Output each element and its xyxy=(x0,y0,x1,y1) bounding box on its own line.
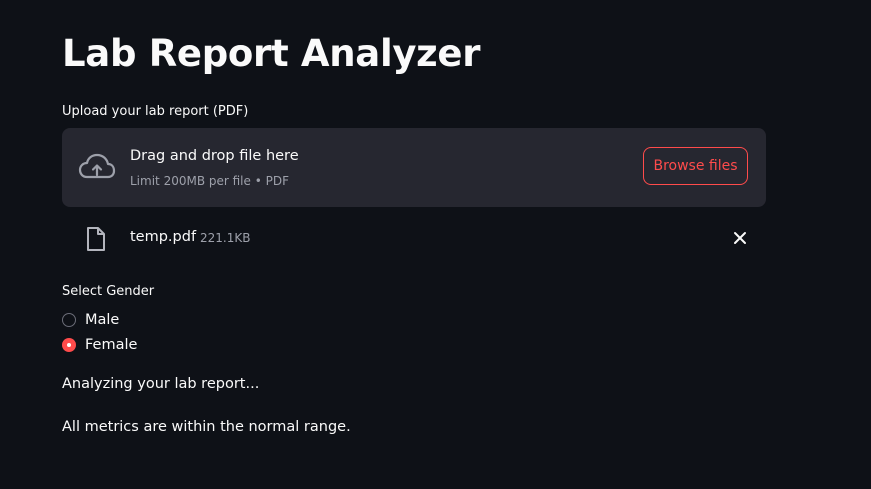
gender-label: Select Gender xyxy=(62,284,155,299)
radio-checked-icon[interactable] xyxy=(62,338,76,352)
file-icon xyxy=(87,227,105,251)
gender-option-female[interactable]: Female xyxy=(62,335,137,355)
page-title: Lab Report Analyzer xyxy=(62,32,481,75)
dropzone-limit-text: Limit 200MB per file • PDF xyxy=(130,174,289,188)
browse-files-button[interactable]: Browse files xyxy=(643,147,748,185)
file-dropzone[interactable]: Drag and drop file here Limit 200MB per … xyxy=(62,128,766,207)
gender-option-male[interactable]: Male xyxy=(62,310,119,330)
gender-option-label: Female xyxy=(85,337,138,353)
uploaded-file-row: temp.pdf 221.1KB xyxy=(62,222,766,256)
app-page: Lab Report Analyzer Upload your lab repo… xyxy=(0,0,871,489)
dropzone-instructions: Drag and drop file here xyxy=(130,148,299,164)
close-icon xyxy=(734,232,746,244)
cloud-upload-icon xyxy=(78,153,116,179)
uploaded-file-size: 221.1KB xyxy=(200,231,251,245)
gender-option-label: Male xyxy=(85,312,120,328)
result-message: All metrics are within the normal range. xyxy=(62,419,351,435)
remove-file-button[interactable] xyxy=(730,228,750,248)
upload-label: Upload your lab report (PDF) xyxy=(62,104,249,119)
analyzing-message: Analyzing your lab report... xyxy=(62,376,260,392)
uploaded-file-name: temp.pdf xyxy=(130,229,197,245)
radio-unchecked-icon[interactable] xyxy=(62,313,76,327)
